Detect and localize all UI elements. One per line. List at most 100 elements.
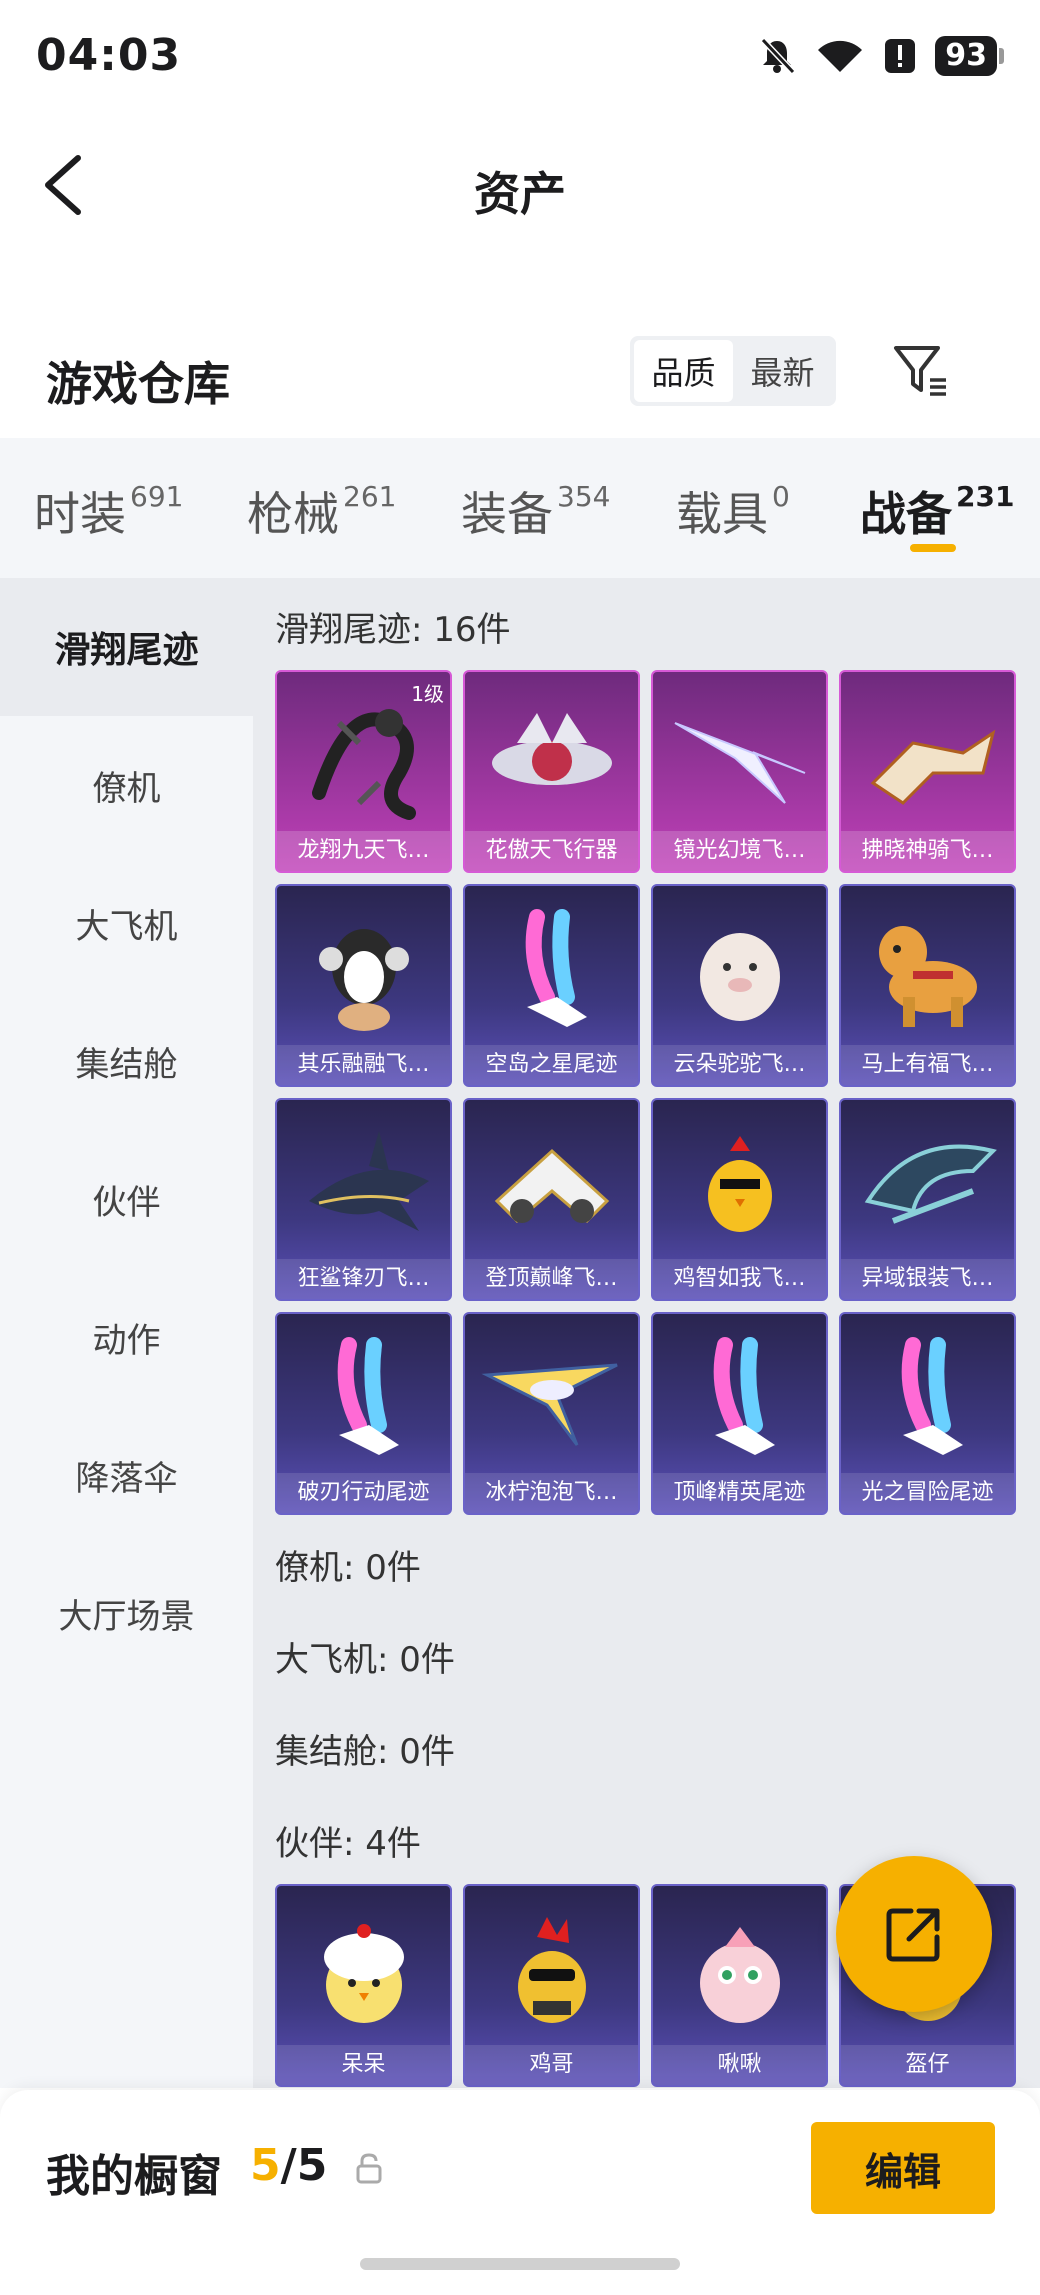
item-name: 龙翔九天飞…: [277, 831, 450, 871]
glide-trail-item-card[interactable]: 拂晓神骑飞…: [839, 670, 1016, 873]
sidebar-item-big-plane[interactable]: 大飞机: [0, 854, 253, 992]
tab-vehicles[interactable]: 载具 0: [676, 478, 790, 544]
showcase-count: 5/5: [250, 2140, 327, 2191]
status-time: 04:03: [36, 30, 182, 81]
item-name: 冰柠泡泡飞…: [465, 1473, 638, 1513]
glide-trail-item-card[interactable]: 其乐融融飞…: [275, 884, 452, 1087]
item-name: 异域银装飞…: [841, 1259, 1014, 1299]
filter-button[interactable]: [890, 340, 950, 400]
item-name: 破刃行动尾迹: [277, 1473, 450, 1513]
sidebar-item-lobby-scene[interactable]: 大厅场景: [0, 1544, 253, 1682]
tab-label: 战备: [860, 487, 952, 541]
chick-icon: [277, 1892, 450, 2042]
status-icons: 93: [757, 36, 1004, 76]
glide-trail-item-card[interactable]: 1级龙翔九天飞…: [275, 670, 452, 873]
level-badge: 1级: [411, 682, 444, 706]
item-name: 呆呆: [277, 2045, 450, 2085]
horse-icon: [841, 892, 1014, 1042]
share-icon: [886, 1908, 940, 1962]
jet-icon: [465, 1106, 638, 1256]
sidebar-item-capsule[interactable]: 集结舱: [0, 992, 253, 1130]
item-name: 其乐融融飞…: [277, 1045, 450, 1085]
alert-icon: [885, 39, 916, 73]
sort-latest-button[interactable]: 最新: [733, 340, 832, 402]
tab-label: 载具: [676, 487, 768, 541]
glide-trail-item-card[interactable]: 空岛之星尾迹: [463, 884, 640, 1087]
glide-trail-item-card[interactable]: 鸡智如我飞…: [651, 1098, 828, 1301]
share-button[interactable]: [836, 1856, 992, 2012]
section-label-capsule: 集结舱: 0件: [275, 1732, 455, 1772]
section-label-glide: 滑翔尾迹: 16件: [275, 610, 511, 650]
tab-label: 时装: [34, 487, 126, 541]
shark-icon: [277, 1106, 450, 1256]
status-bar: 04:03 93: [0, 0, 1040, 120]
silver-wing-icon: [841, 1106, 1014, 1256]
item-name: 花傲天飞行器: [465, 831, 638, 871]
item-name: 鸡智如我飞…: [653, 1259, 826, 1299]
item-name: 马上有福飞…: [841, 1045, 1014, 1085]
smoke-trail-icon: [653, 1320, 826, 1470]
tab-count: 354: [557, 479, 611, 513]
tab-combat-gear[interactable]: 战备 231: [860, 478, 1014, 544]
glide-trail-grid: 1级龙翔九天飞… 花傲天飞行器 镜光幻境飞… 拂晓神骑飞… 其乐融融飞… 空岛之星尾迹 云朵…: [275, 670, 1016, 1515]
sidebar-item-partner[interactable]: 伙伴: [0, 1130, 253, 1268]
tab-label: 枪械: [247, 487, 339, 541]
sidebar-item-action[interactable]: 动作: [0, 1268, 253, 1406]
tab-count: 0: [772, 479, 790, 513]
item-name: 光之冒险尾迹: [841, 1473, 1014, 1513]
glide-trail-item-card[interactable]: 异域银装飞…: [839, 1098, 1016, 1301]
glide-trail-item-card[interactable]: 光之冒险尾迹: [839, 1312, 1016, 1515]
tab-equipment[interactable]: 装备 354: [461, 478, 610, 544]
tab-count: 261: [343, 479, 397, 513]
item-name: 空岛之星尾迹: [465, 1045, 638, 1085]
item-name: 拂晓神骑飞…: [841, 831, 1014, 871]
sidebar-item-glide-trail[interactable]: 滑翔尾迹: [0, 578, 253, 716]
showcase-total: /5: [280, 2140, 328, 2191]
sort-quality-button[interactable]: 品质: [634, 340, 733, 402]
glide-trail-item-card[interactable]: 顶峰精英尾迹: [651, 1312, 828, 1515]
sidebar: 滑翔尾迹 僚机 大飞机 集结舱 伙伴 动作 降落伞 大厅场景: [0, 578, 253, 2088]
partner-item-card[interactable]: 呆呆: [275, 1884, 452, 2087]
glide-trail-item-card[interactable]: 云朵驼驼飞…: [651, 884, 828, 1087]
sidebar-item-parachute[interactable]: 降落伞: [0, 1406, 253, 1544]
mech-icon: [841, 678, 1014, 828]
category-tabs: 时装 691 枪械 261 装备 354 载具 0 战备 231: [0, 438, 1040, 578]
section-label-wingman: 僚机: 0件: [275, 1548, 421, 1588]
item-name: 云朵驼驼飞…: [653, 1045, 826, 1085]
filter-icon: [894, 346, 946, 396]
tab-fashion[interactable]: 时装 691: [34, 478, 183, 544]
nav-header: 资产: [0, 130, 1040, 240]
wifi-icon: [818, 40, 863, 72]
battery-indicator: 93: [935, 36, 1004, 76]
glide-trail-item-card[interactable]: 登顶巅峰飞…: [463, 1098, 640, 1301]
sidebar-item-wingman[interactable]: 僚机: [0, 716, 253, 854]
aircraft-icon: [465, 678, 638, 828]
partner-item-card[interactable]: 鸡哥: [463, 1884, 640, 2087]
glide-trail-item-card[interactable]: 狂鲨锋刃飞…: [275, 1098, 452, 1301]
battery-tip: [999, 48, 1004, 64]
sort-toggle: 品质 最新: [630, 336, 836, 406]
home-indicator: [360, 2258, 680, 2270]
rooster-icon: [465, 1892, 638, 2042]
smoke-trail-icon: [465, 892, 638, 1042]
partner-item-card[interactable]: 啾啾: [651, 1884, 828, 2087]
glider-icon: [465, 1320, 638, 1470]
battery-level: 93: [935, 36, 997, 76]
edit-button[interactable]: 编辑: [811, 2122, 995, 2214]
item-name: 鸡哥: [465, 2045, 638, 2085]
glide-trail-item-card[interactable]: 马上有福飞…: [839, 884, 1016, 1087]
bottom-bar: 我的橱窗 5/5 编辑: [0, 2090, 1040, 2295]
section-label-partner: 伙伴: 4件: [275, 1824, 421, 1864]
smoke-trail-icon: [277, 1320, 450, 1470]
wing-icon: [653, 678, 826, 828]
glide-trail-item-card[interactable]: 花傲天飞行器: [463, 670, 640, 873]
tab-label: 装备: [461, 487, 553, 541]
glide-trail-item-card[interactable]: 镜光幻境飞…: [651, 670, 828, 873]
glide-trail-item-card[interactable]: 破刃行动尾迹: [275, 1312, 452, 1515]
item-name: 顶峰精英尾迹: [653, 1473, 826, 1513]
alpaca-icon: [653, 892, 826, 1042]
bell-muted-icon: [761, 37, 796, 75]
glide-trail-item-card[interactable]: 冰柠泡泡飞…: [463, 1312, 640, 1515]
showcase-label: 我的橱窗: [46, 2151, 222, 2202]
tab-firearms[interactable]: 枪械 261: [247, 478, 396, 544]
